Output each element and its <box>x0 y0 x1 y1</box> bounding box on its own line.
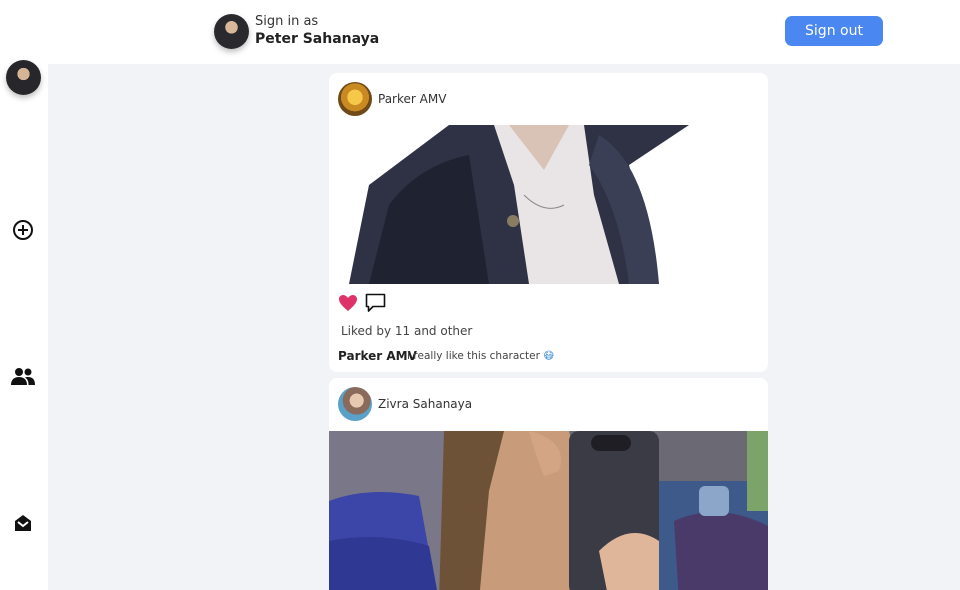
mask-emoji-icon: 😷 <box>543 350 555 362</box>
post-card: Parker AMV Liked by 11 and other Parker … <box>329 73 768 372</box>
post-author-avatar[interactable] <box>338 82 372 116</box>
post-image[interactable] <box>329 125 768 284</box>
post-author-name[interactable]: Parker AMV <box>378 92 446 106</box>
top-bar: Sign in as Peter Sahanaya Sign out <box>0 0 960 64</box>
add-circle-icon[interactable] <box>11 218 35 242</box>
post-card: Zivra Sahanaya <box>329 378 768 590</box>
friends-icon[interactable] <box>10 365 36 389</box>
heart-icon[interactable] <box>338 294 358 312</box>
post-author-name[interactable]: Zivra Sahanaya <box>378 397 472 411</box>
post-image[interactable] <box>329 431 768 590</box>
likes-count-text: Liked by 11 and other <box>341 324 473 338</box>
sidebar-profile-avatar[interactable] <box>6 60 41 95</box>
signed-in-user-name: Peter Sahanaya <box>255 31 380 47</box>
post-author-avatar[interactable] <box>338 387 372 421</box>
caption-text: I really like this character 😷 <box>407 350 554 362</box>
sign-out-button[interactable]: Sign out <box>785 16 883 46</box>
inbox-icon[interactable] <box>11 511 35 535</box>
caption-text-body: I really like this character <box>407 350 540 362</box>
current-user-avatar[interactable] <box>214 14 249 49</box>
caption-author[interactable]: Parker AMV <box>338 349 417 363</box>
comment-icon[interactable] <box>365 293 386 313</box>
sidebar <box>0 60 48 590</box>
signin-label: Sign in as <box>255 14 319 29</box>
